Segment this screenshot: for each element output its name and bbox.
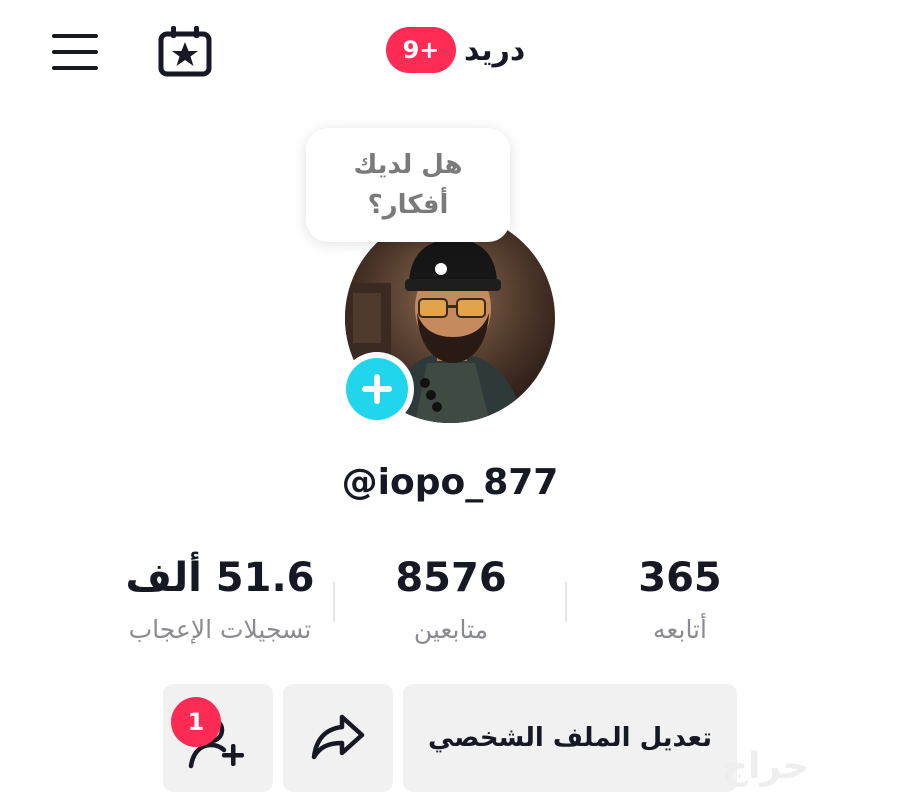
add-avatar-button[interactable] — [340, 352, 414, 426]
stat-followers[interactable]: 8576 متابعين — [321, 548, 581, 652]
page-title: دريد — [464, 32, 526, 68]
header-title-group[interactable]: 9+ دريد — [386, 24, 525, 76]
stat-likes-label: تسجيلات الإعجاب — [128, 615, 312, 644]
share-arrow-icon — [310, 711, 366, 765]
edit-profile-label: تعديل الملف الشخصي — [427, 723, 712, 753]
stat-following[interactable]: 365 أتابعه — [550, 548, 810, 652]
stat-likes-value: 51.6 ألف — [125, 555, 315, 601]
plus-icon — [346, 358, 408, 420]
bubble-line-2: أفكار؟ — [367, 190, 449, 220]
notification-badge: 9+ — [386, 27, 456, 73]
watermark-logo: حراج — [722, 746, 809, 787]
stat-followers-value: 8576 — [395, 555, 507, 601]
calendar-star-icon[interactable] — [157, 24, 213, 78]
bubble-tail-dot — [435, 263, 447, 275]
menu-icon[interactable] — [50, 32, 100, 72]
ideas-bubble[interactable]: هل لديك أفكار؟ — [306, 128, 510, 242]
stat-followers-label: متابعين — [413, 615, 489, 644]
share-profile-button[interactable] — [283, 684, 393, 792]
stat-likes[interactable]: 51.6 ألف تسجيلات الإعجاب — [90, 548, 350, 652]
stat-following-label: أتابعه — [653, 615, 707, 644]
bubble-line-1: هل لديك — [353, 150, 463, 180]
edit-profile-button[interactable]: تعديل الملف الشخصي — [403, 684, 737, 792]
friend-requests-badge: 1 — [171, 697, 221, 747]
username: @iopo_877 — [341, 462, 559, 503]
stat-following-value: 365 — [638, 555, 722, 601]
